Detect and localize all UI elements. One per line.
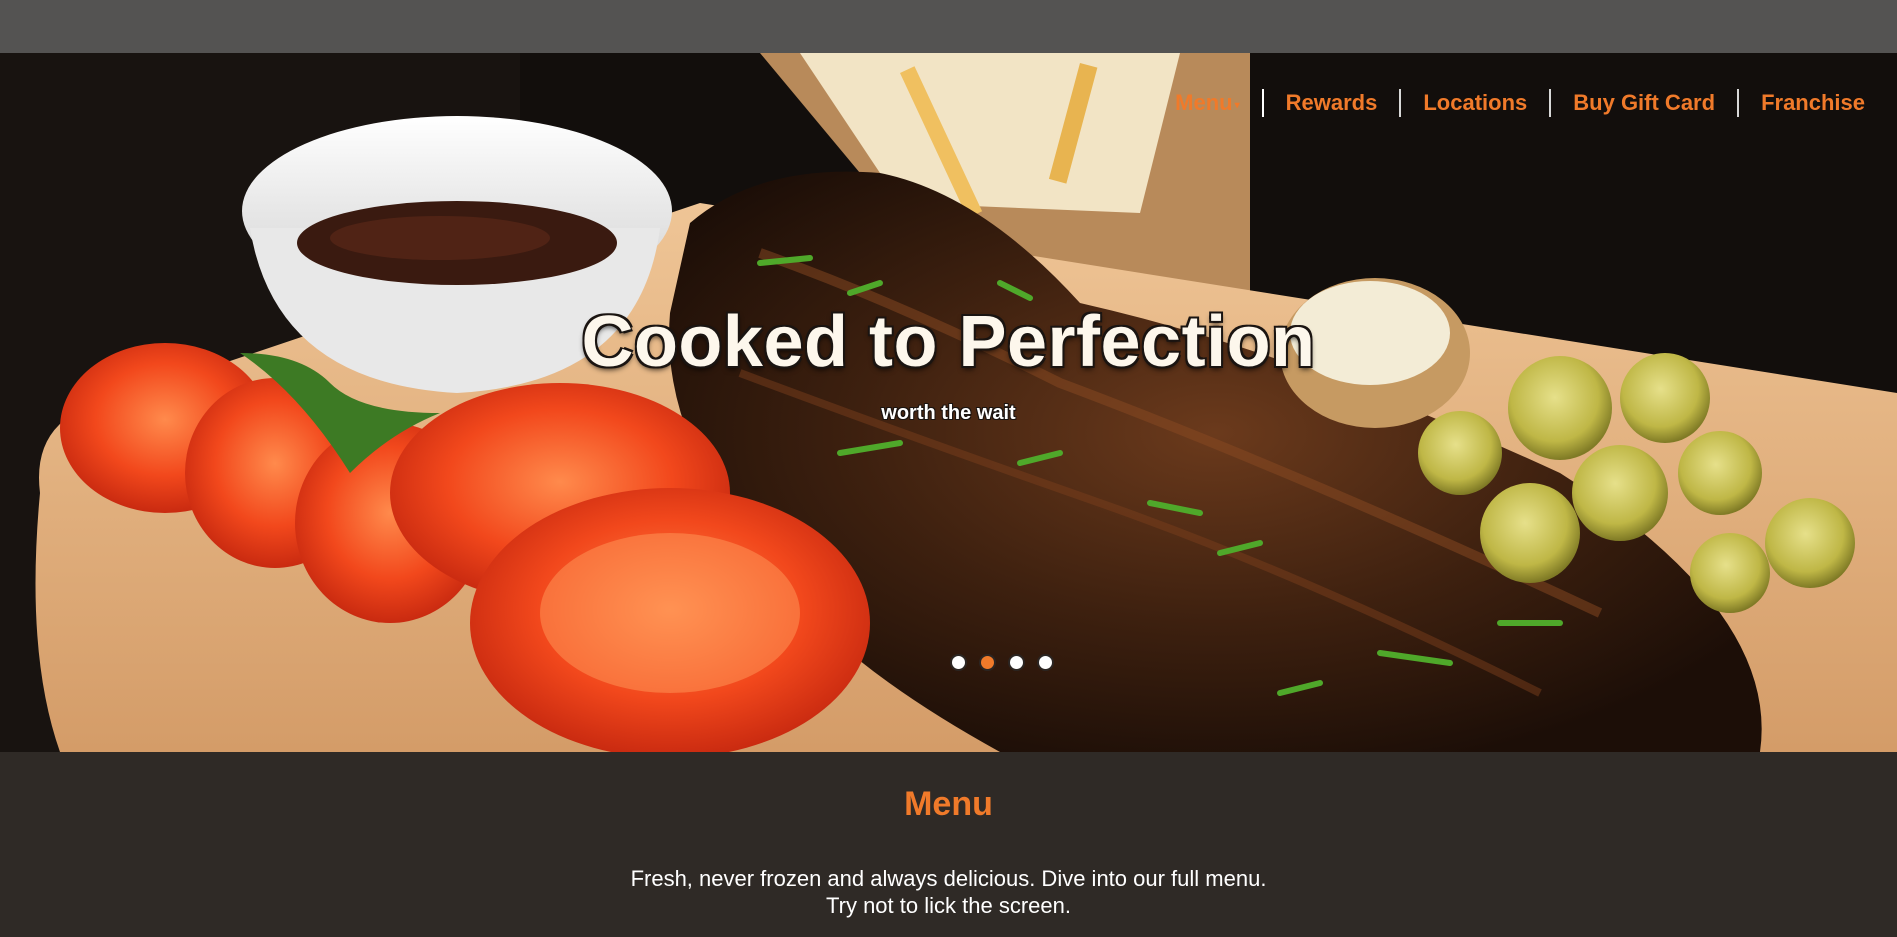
nav-buy-gift-card[interactable]: Buy Gift Card: [1551, 88, 1737, 118]
hero-subline: worth the wait: [881, 402, 1016, 424]
hero-headline: Cooked to Perfection: [581, 302, 1316, 382]
menu-description-line-2: Try not to lick the screen.: [826, 893, 1071, 918]
nav-franchise[interactable]: Franchise: [1739, 88, 1865, 118]
top-bar: [0, 0, 1897, 53]
nav-menu[interactable]: Menu ▾: [1153, 88, 1261, 118]
menu-description-line-1: Fresh, never frozen and always delicious…: [630, 866, 1267, 891]
nav-rewards-label: Rewards: [1285, 90, 1378, 115]
hero-carousel: Menu ▾ Rewards Locations Buy Gift Card F…: [0, 53, 1897, 752]
nav-franchise-label: Franchise: [1761, 90, 1865, 115]
nav-buy-gift-card-label: Buy Gift Card: [1573, 90, 1716, 115]
nav-rewards[interactable]: Rewards: [1264, 88, 1400, 118]
menu-section-title: Menu: [904, 785, 993, 823]
menu-section: Menu Fresh, never frozen and always deli…: [0, 752, 1897, 937]
nav-menu-label: Menu: [1175, 90, 1233, 115]
menu-section-description: Fresh, never frozen and always delicious…: [0, 865, 1897, 919]
main-nav: Menu ▾ Rewards Locations Buy Gift Card F…: [1153, 88, 1865, 118]
carousel-dot-3[interactable]: [1008, 654, 1025, 671]
carousel-dot-1[interactable]: [950, 654, 967, 671]
nav-locations-label: Locations: [1423, 90, 1528, 115]
carousel-indicators: [950, 654, 1054, 671]
carousel-dot-2[interactable]: [979, 654, 996, 671]
caret-down-icon: ▾: [1234, 99, 1240, 111]
nav-locations[interactable]: Locations: [1401, 88, 1549, 118]
carousel-dot-4[interactable]: [1037, 654, 1054, 671]
